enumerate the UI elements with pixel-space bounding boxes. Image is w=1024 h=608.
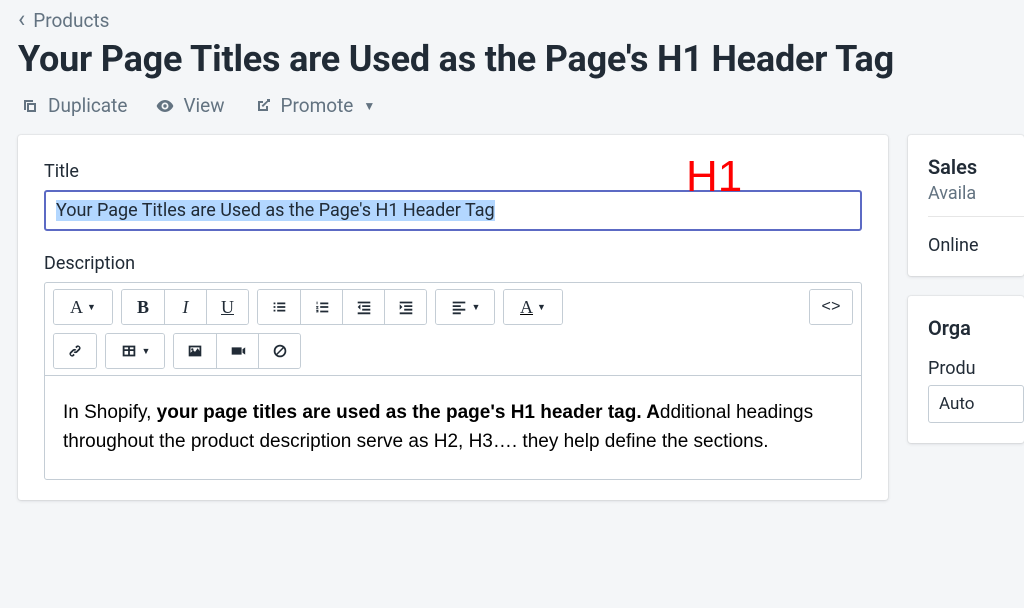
action-row: Duplicate View Promote ▼ [0, 90, 1024, 135]
outdent-icon [355, 298, 373, 316]
caret-down-icon: ▼ [472, 302, 481, 312]
view-button[interactable]: View [155, 94, 224, 117]
online-row[interactable]: Online [928, 216, 1024, 256]
description-label: Description [44, 253, 862, 274]
outdent-button[interactable] [342, 290, 384, 324]
align-left-icon [450, 298, 468, 316]
html-button[interactable]: <> [810, 290, 852, 324]
product-type-input[interactable]: Auto [928, 385, 1024, 423]
caret-down-icon: ▼ [537, 302, 546, 312]
duplicate-button[interactable]: Duplicate [20, 94, 127, 117]
italic-button[interactable]: I [164, 290, 206, 324]
sales-heading: Sales [928, 155, 1024, 179]
chevron-left-icon: ‹ [18, 7, 25, 31]
video-icon [229, 342, 247, 360]
duplicate-icon [20, 96, 40, 116]
underline-glyph: U [221, 297, 234, 318]
link-button[interactable] [54, 334, 96, 368]
sales-sub: Availa [928, 183, 1024, 204]
org-heading: Orga [928, 316, 1024, 340]
product-type-value: Auto [939, 394, 974, 414]
bullet-list-icon [270, 298, 288, 316]
annotation-overlay [0, 500, 1024, 608]
sales-card: Sales Availa Online [908, 135, 1024, 276]
breadcrumb[interactable]: ‹ Products [0, 0, 127, 34]
code-icon: <> [821, 298, 840, 316]
font-family-button[interactable]: A▼ [54, 290, 112, 324]
product-type-label: Produ [928, 358, 1024, 379]
bold-glyph: B [137, 297, 149, 318]
breadcrumb-label: Products [33, 9, 109, 32]
align-button[interactable]: ▼ [436, 290, 494, 324]
bullet-list-button[interactable] [258, 290, 300, 324]
table-button[interactable]: ▼ [106, 334, 164, 368]
caret-down-icon: ▼ [142, 346, 151, 356]
image-icon [186, 342, 204, 360]
number-list-button[interactable] [300, 290, 342, 324]
link-icon [66, 342, 84, 360]
indent-button[interactable] [384, 290, 426, 324]
editor-toolbar: A▼ B I U ▼ A▼ <> [44, 282, 862, 375]
caret-down-icon: ▼ [87, 302, 96, 312]
clear-format-button[interactable] [258, 334, 300, 368]
title-input-value: Your Page Titles are Used as the Page's … [56, 200, 495, 221]
main-card: Title Your Page Titles are Used as the P… [18, 135, 888, 500]
no-icon [271, 342, 289, 360]
organization-card: Orga Produ Auto [908, 296, 1024, 443]
text-color-button[interactable]: A▼ [504, 290, 562, 324]
image-button[interactable] [174, 334, 216, 368]
font-glyph: A [70, 297, 83, 318]
annotation-h1-label: H1 [686, 152, 742, 202]
video-button[interactable] [216, 334, 258, 368]
promote-label: Promote [281, 94, 354, 117]
indent-icon [397, 298, 415, 316]
page-title: Your Page Titles are Used as the Page's … [0, 34, 1024, 90]
view-label: View [183, 94, 224, 117]
underline-button[interactable]: U [206, 290, 248, 324]
italic-glyph: I [183, 297, 189, 318]
promote-button[interactable]: Promote ▼ [253, 94, 376, 117]
description-editor[interactable]: In Shopify, your page titles are used as… [44, 375, 862, 480]
desc-part-1: In Shopify, [63, 402, 157, 423]
duplicate-label: Duplicate [48, 94, 127, 117]
external-link-icon [253, 96, 273, 116]
desc-part-bold: your page titles are used as the page's … [157, 402, 660, 423]
bold-button[interactable]: B [122, 290, 164, 324]
eye-icon [155, 96, 175, 116]
caret-down-icon: ▼ [363, 99, 375, 113]
table-icon [120, 342, 138, 360]
number-list-icon [313, 298, 331, 316]
text-color-glyph: A [520, 297, 533, 318]
